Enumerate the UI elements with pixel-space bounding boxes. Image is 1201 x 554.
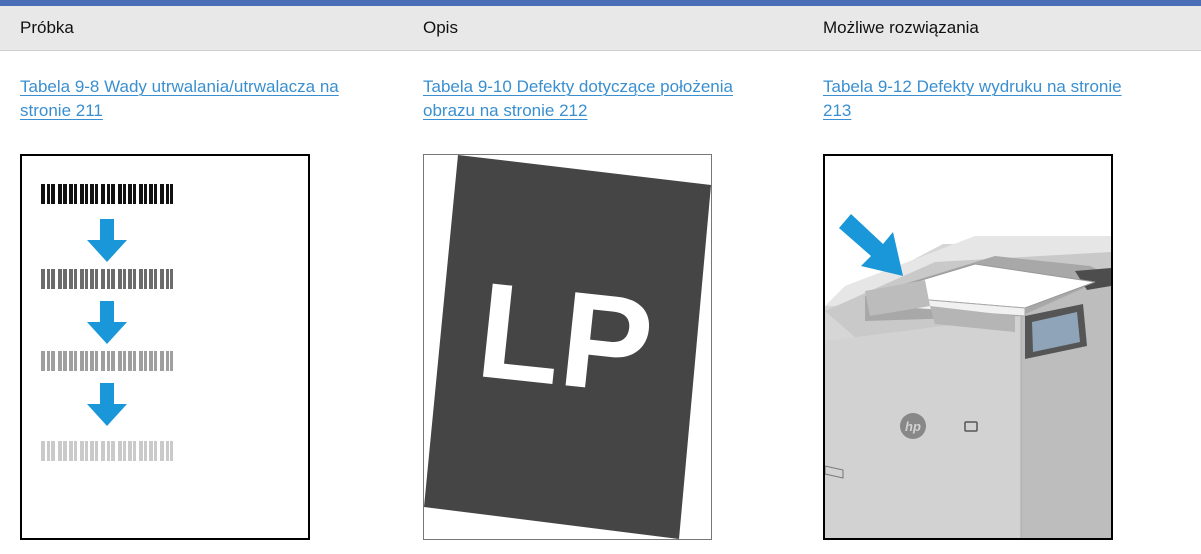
link-fuser-defects-line2: stronie 211 (20, 101, 103, 120)
skewed-page-illustration: LP (424, 155, 711, 539)
sample-image-printer: hp (823, 154, 1113, 540)
column-header-solutions: Możliwe rozwiązania (823, 18, 979, 37)
sample-image-fuser (20, 154, 310, 540)
arrow-down-icon (87, 301, 127, 344)
column-header-sample: Próbka (20, 18, 74, 37)
link-image-placement-defects[interactable]: Tabela 9-10 Defekty dotyczące położenia … (423, 75, 733, 123)
barcode-fading-illustration (41, 184, 173, 461)
svg-text:hp: hp (905, 419, 921, 434)
barcode-icon (41, 441, 173, 461)
link-image-placement-line1: Tabela 9-10 Defekty dotyczące położenia (423, 77, 733, 96)
hp-logo: hp (900, 413, 926, 439)
link-fuser-defects[interactable]: Tabela 9-8 Wady utrwalania/utrwalacza na… (20, 75, 339, 123)
printer-illustration: hp (825, 214, 1111, 538)
link-output-defects-line2: 213 (823, 101, 852, 120)
barcode-icon (41, 184, 173, 204)
arrow-down-icon (87, 383, 127, 426)
table-header-row: Próbka Opis Możliwe rozwiązania (0, 6, 1201, 51)
link-fuser-defects-line1: Tabela 9-8 Wady utrwalania/utrwalacza na (20, 77, 339, 96)
link-output-defects[interactable]: Tabela 9-12 Defekty wydruku na stronie 2… (823, 75, 1122, 123)
arrow-indicator-icon (839, 214, 903, 276)
column-header-description: Opis (423, 18, 458, 37)
arrow-down-icon (87, 219, 127, 262)
barcode-icon (41, 351, 173, 371)
barcode-icon (41, 269, 173, 289)
link-output-defects-line1: Tabela 9-12 Defekty wydruku na stronie (823, 77, 1122, 96)
sample-image-placement: LP (423, 154, 712, 540)
sample-lp-text: LP (471, 253, 660, 422)
link-image-placement-line2: obrazu na stronie 212 (423, 101, 588, 120)
